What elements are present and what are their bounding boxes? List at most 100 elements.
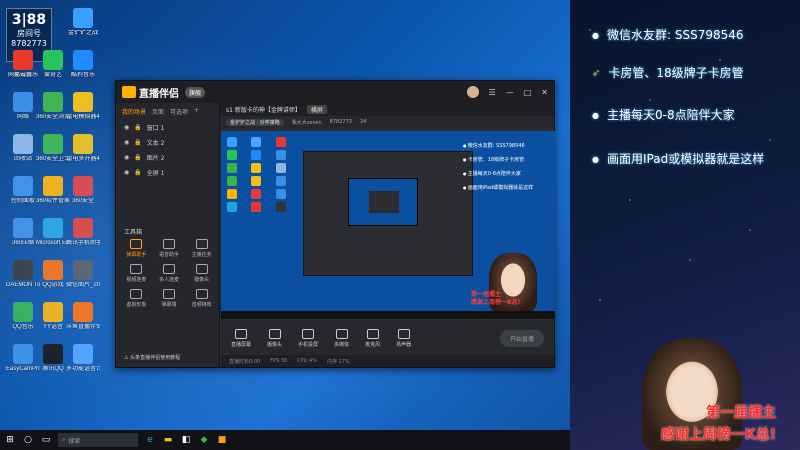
desktop-icon[interactable]: 酷狗音乐	[66, 50, 100, 79]
screen-capture-button[interactable]: 直播屏幕	[231, 328, 251, 348]
taskbar-search[interactable]: ⌕ 搜索	[58, 433, 138, 447]
lock-icon[interactable]: 🔒	[134, 139, 141, 146]
eye-icon[interactable]: ◉	[124, 124, 129, 131]
menu-icon[interactable]: ☰	[489, 88, 496, 97]
microphone-button[interactable]: 麦克风	[365, 328, 380, 348]
desktop-icon[interactable]: QQ游戏	[36, 260, 70, 289]
lock-icon[interactable]: 🔒	[134, 169, 141, 176]
tab-scenes[interactable]: 我的场景	[122, 107, 146, 116]
app-taskbar-icon[interactable]: ◆	[198, 434, 210, 446]
desktop-icon[interactable]: 爱奇艺	[36, 50, 70, 79]
viewer-count: 24	[359, 119, 367, 125]
explorer-taskbar-icon[interactable]: ▬	[162, 434, 174, 446]
store-taskbar-icon[interactable]: ◧	[180, 434, 192, 446]
desktop-icon[interactable]: 多功能语音计算器	[66, 344, 100, 373]
app-icon	[43, 344, 63, 364]
desktop-icon[interactable]: 腾讯手机助手	[66, 218, 100, 247]
room-label: 房间号	[17, 29, 41, 38]
lock-icon[interactable]: 🔒	[134, 124, 141, 131]
task-view-icon[interactable]: ▭	[40, 434, 52, 446]
desktop-icon[interactable]: QQ音乐	[6, 302, 40, 331]
desktop-icon[interactable]: 腾讯QQ	[36, 344, 70, 373]
add-icon[interactable]: +	[194, 107, 199, 116]
desktop-icon-label: 网易云音乐	[7, 72, 38, 78]
desktop-icon[interactable]: YY语音	[36, 302, 70, 331]
app-icon	[13, 260, 33, 280]
desktop-icon[interactable]: DAEMON Tools Lite	[6, 260, 40, 289]
overlay-thanks: 感谢上周榜一K总!	[660, 427, 776, 443]
desktop-icon-label: YY语音	[42, 324, 63, 330]
desktop-icon[interactable]: 网络	[6, 92, 40, 121]
tool-button[interactable]: 语音助手	[153, 239, 186, 258]
tab-pages[interactable]: 页面	[152, 107, 164, 116]
status-item: 内存 17%	[326, 358, 350, 365]
desktop-icon[interactable]: Microsoft Edge	[36, 218, 70, 247]
desktop-icon[interactable]: 回收站	[6, 134, 40, 163]
desktop-icon[interactable]: 360压缩	[6, 218, 40, 247]
tool-icon	[162, 264, 175, 274]
tool-button[interactable]: 视频连麦	[120, 264, 153, 283]
windows-start-icon[interactable]: ⊞	[4, 434, 16, 446]
desktop-icon[interactable]: EasyCamPro机神	[6, 344, 40, 373]
desktop-icon-label: 360安全卫士	[36, 156, 70, 162]
edge-taskbar-icon[interactable]: e	[144, 434, 156, 446]
app-icon	[73, 260, 93, 280]
tool-button[interactable]: 虚拟形象	[120, 289, 153, 308]
stream-preview[interactable]: 微信水友群: SSS798546 卡房管、18级牌子卡房管 主播每天0-8点陪伴…	[221, 131, 555, 319]
speaker-button[interactable]: 扬声器	[396, 328, 411, 348]
desktop-icon-label: 360软件管家	[36, 198, 70, 204]
start-live-button[interactable]: 开始直播	[499, 329, 544, 347]
close-icon[interactable]: ✕	[541, 88, 548, 97]
source-item[interactable]: ◉ 🔒 全屏 1	[116, 165, 219, 180]
overlay-line-ipad: 画面用IPad或模拟器就是这样	[592, 150, 764, 167]
minimize-icon[interactable]: —	[506, 88, 514, 97]
tool-button[interactable]: 摄像头	[185, 264, 218, 283]
desktop-icon[interactable]: 金铲铲之战	[66, 8, 100, 37]
tutorial-link[interactable]: ⚠ 头条直播伴侣使用教程	[124, 354, 180, 361]
preview-desktop-icons	[227, 137, 297, 212]
app-icon	[13, 218, 33, 238]
preview-icon	[275, 202, 286, 212]
desktop-icon[interactable]: 控制面板	[6, 176, 40, 205]
eye-icon[interactable]: ◉	[124, 154, 129, 161]
preview-line: 卡房管、18级牌子卡房管	[463, 153, 533, 167]
desktop-icon[interactable]: 360安全卫士	[36, 134, 70, 163]
phone-cast-button[interactable]: 手机投屏	[298, 328, 318, 348]
maximize-icon[interactable]: □	[524, 88, 532, 97]
tool-button[interactable]: 弹幕墙	[153, 289, 186, 308]
status-item: CPU 4%	[297, 358, 317, 364]
streaming-taskbar-icon[interactable]: ■	[216, 434, 228, 446]
preview-icon	[251, 137, 262, 147]
desktop-icon[interactable]: 网易云音乐	[6, 50, 40, 79]
desktop-icon[interactable]: 雷电模拟器4	[66, 92, 100, 121]
desktop-icon[interactable]: 微信图片_2021091...	[66, 260, 100, 289]
desktop-icon[interactable]: 360软件管家	[36, 176, 70, 205]
tool-button[interactable]: 弹幕助手	[120, 239, 153, 258]
source-item[interactable]: ◉ 🔒 窗口 1	[116, 120, 219, 135]
cortana-icon[interactable]: ○	[22, 434, 34, 446]
camera-button[interactable]: 摄像头	[267, 328, 282, 348]
desktop-icon[interactable]: 360安全浏览器	[36, 92, 70, 121]
status-item: 直播时长0:00	[229, 358, 261, 365]
tool-button[interactable]: 主播任务	[185, 239, 218, 258]
desktop-icon[interactable]: 360安全	[66, 176, 100, 205]
media-button[interactable]: 多媒体	[334, 328, 349, 348]
app-icon	[43, 176, 63, 196]
category-pill[interactable]: 金铲铲之战 · 对弈策略	[226, 118, 284, 126]
speaker-icon	[397, 328, 410, 339]
preview-line: 微信水友群: SSS798546	[463, 139, 533, 153]
lock-icon[interactable]: 🔒	[134, 154, 141, 161]
eye-icon[interactable]: ◉	[124, 169, 129, 176]
user-avatar[interactable]	[466, 86, 479, 98]
source-item[interactable]: ◉ 🔒 文本 2	[116, 135, 219, 150]
desktop-icon[interactable]: 雷电多开器4	[66, 134, 100, 163]
tool-icon	[130, 239, 143, 249]
tab-options[interactable]: 可选项	[170, 107, 188, 116]
tool-button[interactable]: 音频特效	[185, 289, 218, 308]
orientation-tag[interactable]: 横屏	[306, 105, 327, 114]
desktop-icon[interactable]: 斗鱼直播伴侣	[66, 302, 100, 331]
tool-button[interactable]: 多人连麦	[153, 264, 186, 283]
source-item[interactable]: ◉ 🔒 图片 2	[116, 150, 219, 165]
eye-icon[interactable]: ◉	[124, 139, 129, 146]
preview-taskbar	[221, 311, 555, 319]
